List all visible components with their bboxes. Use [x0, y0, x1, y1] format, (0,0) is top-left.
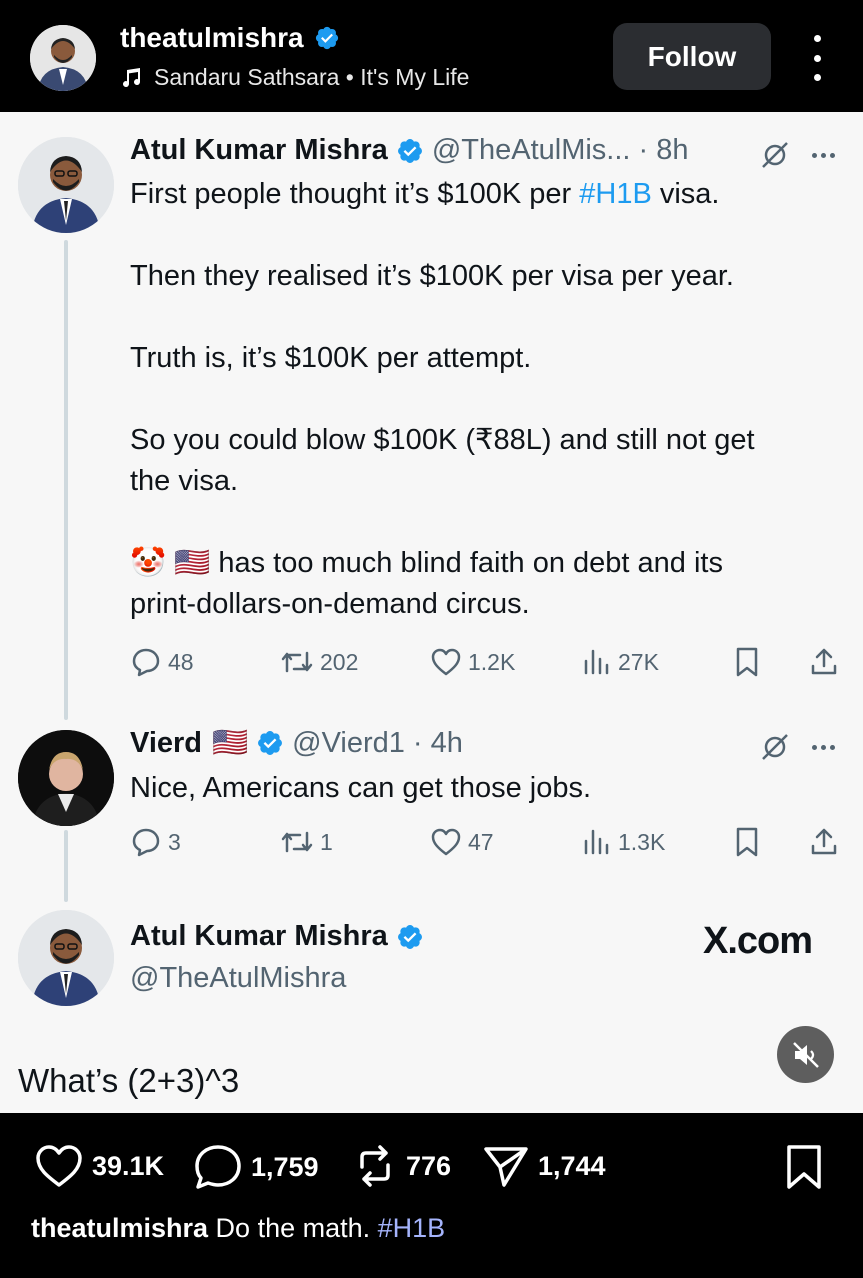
reply-meta: @Vierd1 · 4h: [292, 726, 463, 759]
tweet-text: First people thought it’s $100K per #H1B…: [130, 178, 755, 620]
share-icon: [811, 828, 837, 855]
author-name[interactable]: Atul Kumar Mishra: [130, 134, 388, 167]
post-caption: theatulmishra Do the math. #H1B: [31, 1213, 446, 1243]
share-button[interactable]: [808, 642, 840, 682]
comment-icon: [195, 1145, 241, 1189]
like-button[interactable]: 47: [430, 822, 494, 862]
account-username[interactable]: theatulmishra: [120, 22, 340, 54]
verified-badge-icon: [258, 731, 283, 755]
retweet-button[interactable]: 202: [280, 642, 358, 682]
hashtag-link[interactable]: #H1B: [579, 178, 652, 210]
overlay-question-text: What’s (2+3)^3: [18, 1062, 240, 1099]
bookmark-icon: [787, 1145, 821, 1189]
retweet-icon: [281, 651, 313, 673]
views-icon: [584, 829, 609, 855]
profile-avatar[interactable]: [30, 25, 96, 91]
bookmark-button[interactable]: [733, 642, 761, 682]
thread-line: [64, 830, 68, 902]
reply-button[interactable]: 3: [130, 822, 181, 862]
repost-icon: [360, 1145, 390, 1187]
bookmark-icon: [736, 827, 758, 857]
more-icon[interactable]: [812, 152, 835, 158]
more-icon[interactable]: [812, 744, 835, 750]
reply-author-name[interactable]: Vierd: [130, 727, 202, 760]
heart-icon: [36, 1145, 82, 1187]
music-track[interactable]: Sandaru Sathsara • It's My Life: [120, 64, 469, 91]
bookmark-button[interactable]: [733, 822, 761, 862]
reel-header: theatulmishra Sandaru Sathsara • It's My…: [0, 0, 863, 112]
repost-button[interactable]: 776: [352, 1143, 451, 1189]
retweet-icon: [281, 831, 313, 853]
reply-icon: [132, 648, 160, 677]
grok-icon[interactable]: [760, 732, 790, 762]
bookmark-icon: [736, 647, 758, 677]
reply-author-avatar: [18, 730, 114, 826]
verified-badge-icon: [397, 138, 422, 163]
share-button[interactable]: [808, 822, 840, 862]
reply-header: Vierd 🇺🇸 @Vierd1 · 4h: [130, 726, 463, 760]
views-button[interactable]: 27K: [582, 642, 659, 682]
tweet-actions: 48 202 1.2K 27K: [130, 642, 842, 682]
music-note-icon: [123, 67, 141, 87]
author-card-header: Atul Kumar Mishra: [130, 920, 424, 953]
comment-button[interactable]: 1,759: [193, 1143, 319, 1191]
speaker-muted-icon: [792, 1041, 819, 1068]
author-name[interactable]: Atul Kumar Mishra: [130, 920, 388, 953]
caption-hashtag[interactable]: #H1B: [378, 1213, 446, 1243]
share-button[interactable]: 1,744: [482, 1143, 606, 1189]
share-icon: [811, 648, 837, 675]
more-options-icon[interactable]: [806, 35, 828, 81]
reply-button[interactable]: 48: [130, 642, 194, 682]
grok-icon[interactable]: [760, 140, 790, 170]
reel-footer: 39.1K 1,759 776 1,744 theatulmishra Do t…: [0, 1113, 863, 1278]
reply-header-icons: [760, 732, 835, 762]
flag-emoji: 🇺🇸: [212, 727, 249, 759]
tweet-header-icons: [760, 140, 835, 170]
follow-button[interactable]: Follow: [613, 23, 771, 90]
verified-badge-icon: [315, 26, 338, 50]
like-button[interactable]: 39.1K: [34, 1143, 164, 1189]
caption-username[interactable]: theatulmishra: [31, 1213, 208, 1243]
tweet-meta: @TheAtulMis... · 8h: [431, 134, 689, 166]
thread-line: [64, 240, 68, 720]
verified-badge-icon: [397, 924, 422, 949]
views-button[interactable]: 1.3K: [582, 822, 665, 862]
views-icon: [584, 649, 609, 675]
retweet-button[interactable]: 1: [280, 822, 333, 862]
emoji-clown-flag: 🤡 🇺🇸: [130, 547, 211, 579]
reply-actions: 3 1 47 1.3K: [130, 822, 842, 862]
author-avatar: [18, 910, 114, 1006]
reply-text: Nice, Americans can get those jobs.: [130, 772, 592, 804]
heart-icon: [431, 648, 461, 676]
x-com-watermark: X.com: [703, 920, 813, 962]
mute-button[interactable]: [777, 1026, 834, 1083]
author-handle: @TheAtulMishra: [130, 962, 347, 994]
save-button[interactable]: [784, 1143, 824, 1191]
heart-icon: [431, 828, 461, 856]
reply-icon: [132, 828, 160, 857]
author-avatar: [18, 137, 114, 233]
send-icon: [484, 1147, 528, 1187]
tweet-header: Atul Kumar Mishra @TheAtulMis... · 8h: [130, 134, 689, 167]
like-button[interactable]: 1.2K: [430, 642, 515, 682]
